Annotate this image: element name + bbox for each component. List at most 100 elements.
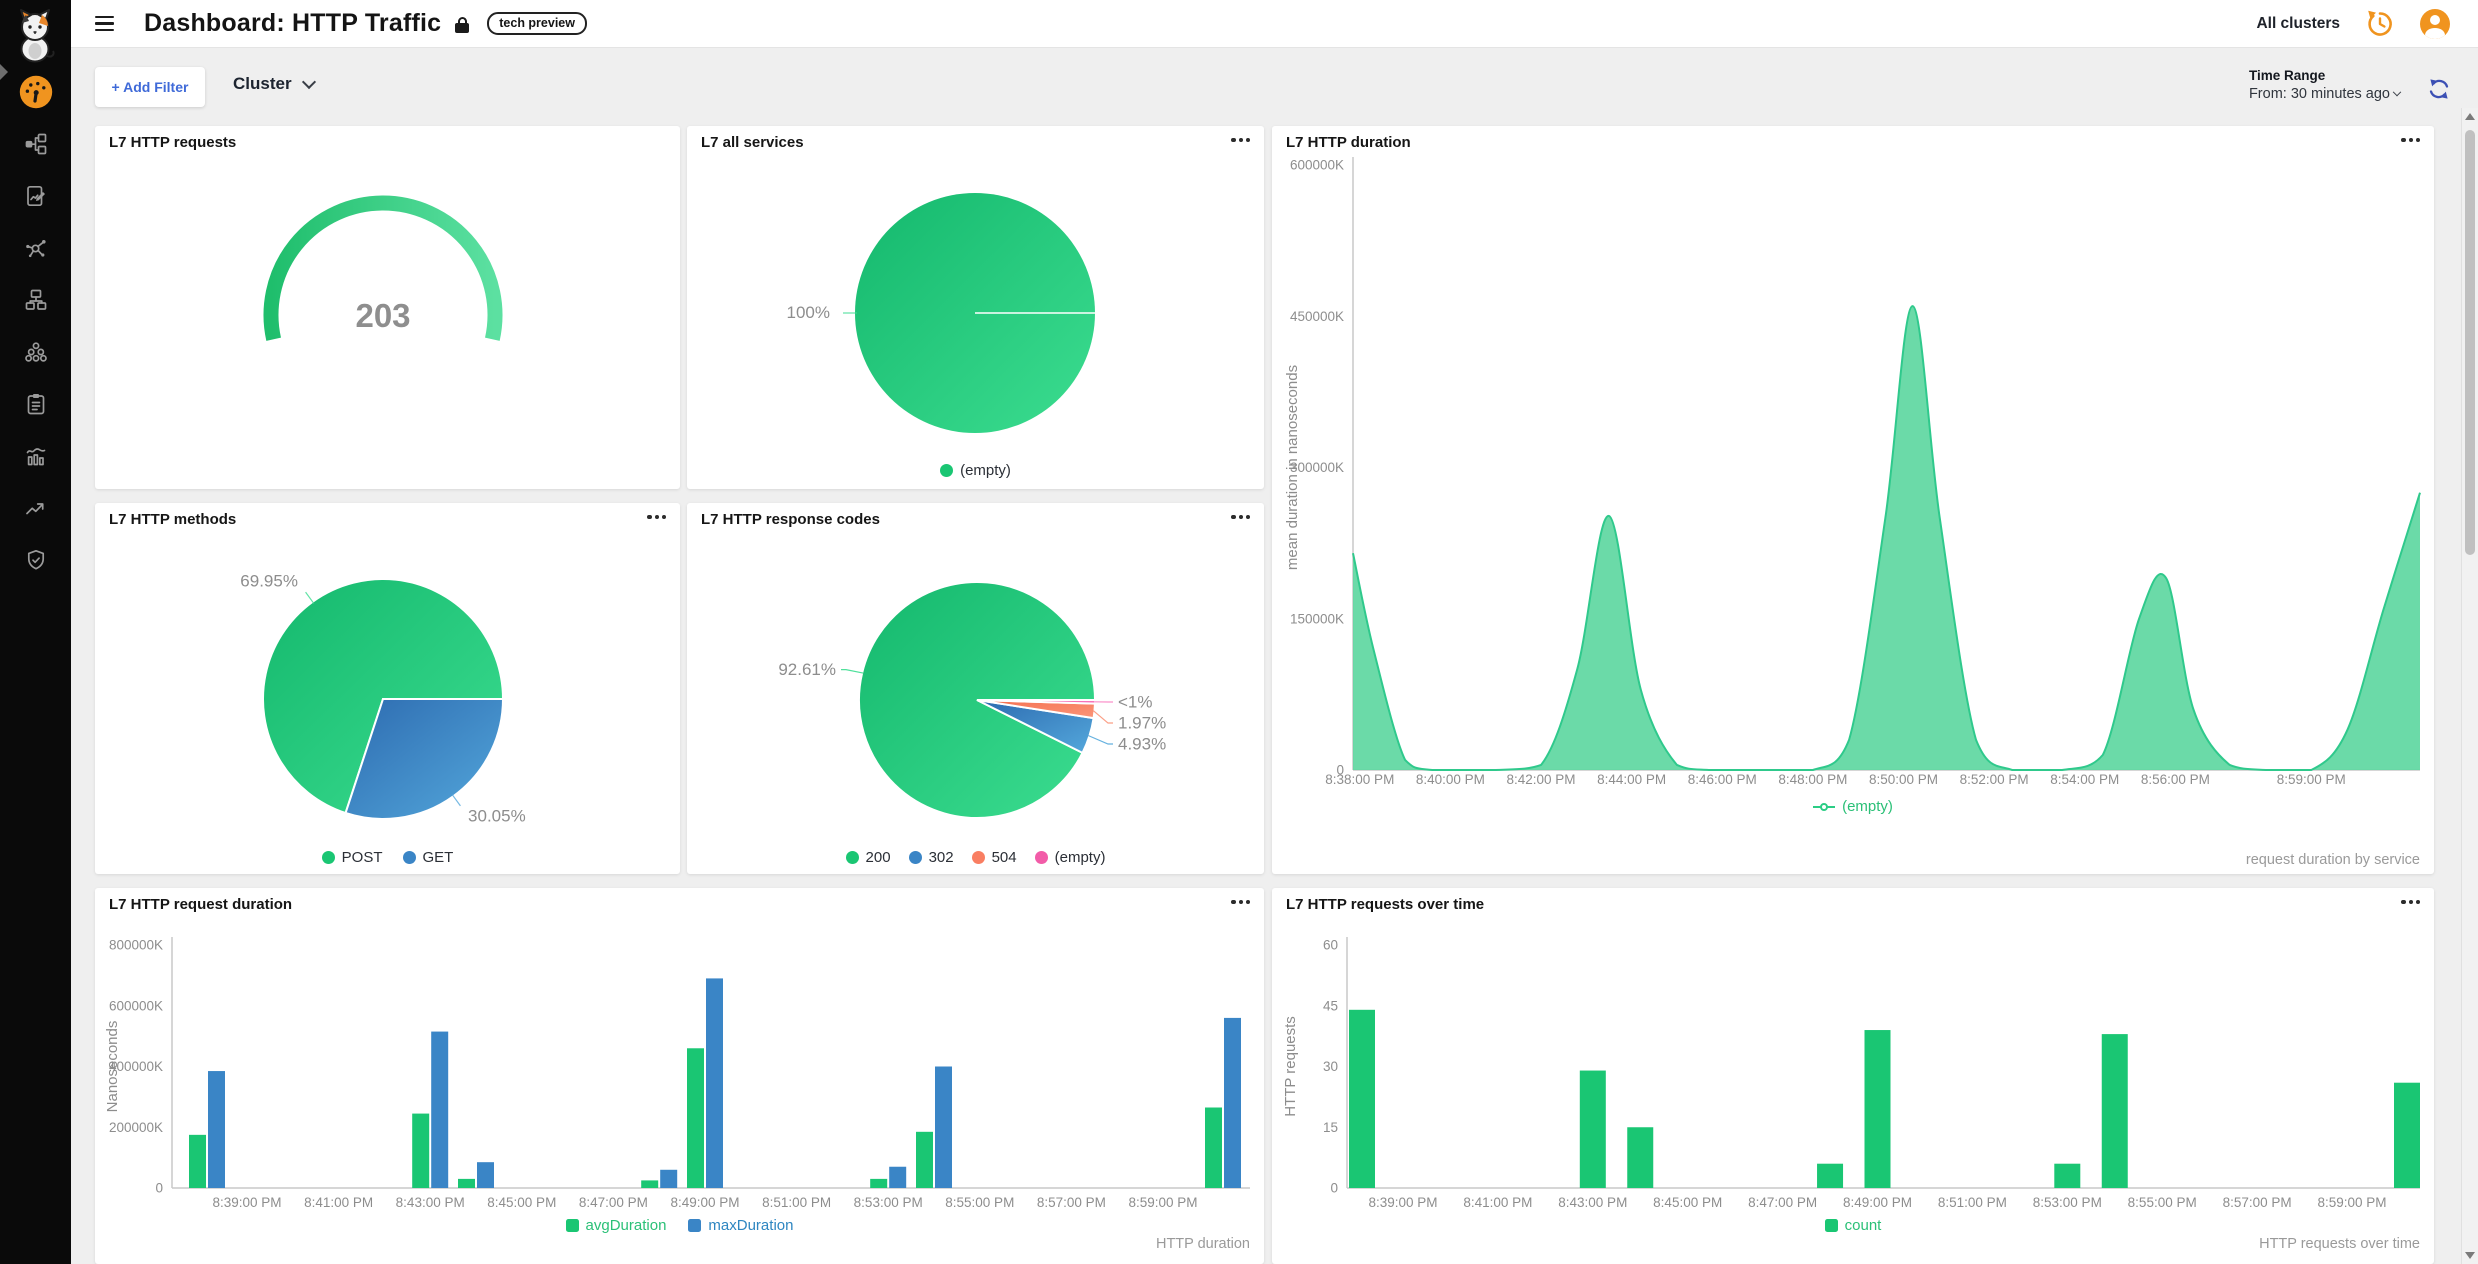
svg-text:8:51:00 PM: 8:51:00 PM [1938, 1195, 2007, 1210]
svg-text:8:59:00 PM: 8:59:00 PM [1128, 1195, 1197, 1210]
svg-text:8:57:00 PM: 8:57:00 PM [2223, 1195, 2292, 1210]
cluster-filter-dropdown[interactable]: Cluster [233, 74, 314, 94]
legend-swatch [1825, 1219, 1838, 1232]
svg-text:8:41:00 PM: 8:41:00 PM [304, 1195, 373, 1210]
panel-menu-icon[interactable] [1231, 515, 1250, 519]
legend-item[interactable]: GET [403, 849, 454, 866]
svg-text:8:47:00 PM: 8:47:00 PM [579, 1195, 648, 1210]
history-icon[interactable] [2364, 8, 2396, 40]
svg-text:8:55:00 PM: 8:55:00 PM [945, 1195, 1014, 1210]
sidebar-item-security[interactable] [18, 542, 54, 577]
panel-menu-icon[interactable] [1231, 900, 1250, 904]
pie-chart[interactable]: 92.61%4.93%1.97%<1% [687, 503, 1264, 874]
sidebar-item-audit[interactable] [18, 386, 54, 421]
svg-text:30.05%: 30.05% [468, 806, 526, 825]
legend-item[interactable]: (empty) [940, 462, 1011, 479]
time-range: Time Range From: 30 minutes ago [2249, 68, 2400, 102]
area-chart[interactable]: 0150000K300000K450000K600000K8:38:00 PM8… [1272, 126, 2434, 874]
add-filter-button[interactable]: + Add Filter [95, 67, 205, 107]
svg-text:8:42:00 PM: 8:42:00 PM [1507, 772, 1576, 787]
svg-text:mean duration in nanoseconds: mean duration in nanoseconds [1284, 365, 1301, 570]
panel-title: L7 HTTP methods [109, 511, 236, 528]
sidebar-item-service-map[interactable] [18, 126, 54, 161]
sidebar-item-reports[interactable] [18, 178, 54, 213]
svg-text:8:47:00 PM: 8:47:00 PM [1748, 1195, 1817, 1210]
svg-text:150000K: 150000K [1290, 611, 1344, 626]
svg-text:15: 15 [1323, 1120, 1338, 1135]
svg-text:8:41:00 PM: 8:41:00 PM [1463, 1195, 1532, 1210]
svg-text:60: 60 [1323, 938, 1338, 953]
scrollbar[interactable] [2461, 108, 2478, 1264]
pie-chart[interactable]: 100% [687, 126, 1264, 489]
svg-text:8:56:00 PM: 8:56:00 PM [2141, 772, 2210, 787]
app-logo[interactable] [12, 8, 58, 64]
sidebar-nav [0, 74, 71, 577]
svg-text:8:38:00 PM: 8:38:00 PM [1325, 772, 1394, 787]
sidebar-item-trends[interactable] [18, 490, 54, 525]
chart-footer: request duration by service [2246, 852, 2420, 868]
sidebar-item-metrics[interactable] [18, 438, 54, 473]
topbar: Dashboard: HTTP Traffic tech preview All… [71, 0, 2478, 48]
svg-text:0: 0 [155, 1181, 163, 1196]
panel-l7-http-duration: L7 HTTP duration 0150000K300000K450000K6… [1272, 126, 2434, 874]
panel-menu-icon[interactable] [647, 515, 666, 519]
legend-item[interactable]: (empty) [1035, 849, 1106, 866]
cluster-filter-label: Cluster [233, 74, 292, 94]
svg-text:30: 30 [1323, 1059, 1338, 1074]
app: Dashboard: HTTP Traffic tech preview All… [0, 0, 2478, 1264]
svg-text:8:43:00 PM: 8:43:00 PM [396, 1195, 465, 1210]
svg-text:8:57:00 PM: 8:57:00 PM [1037, 1195, 1106, 1210]
legend-item[interactable]: 504 [972, 849, 1017, 866]
svg-text:Nanoseconds: Nanoseconds [104, 1021, 121, 1113]
scrollbar-thumb[interactable] [2465, 130, 2475, 555]
legend-item[interactable]: avgDuration [566, 1217, 667, 1234]
pie-chart[interactable]: 69.95% 30.05% [95, 503, 680, 874]
panel-l7-http-methods: L7 HTTP methods 69.95% 30.05% POST GET [95, 503, 680, 874]
legend-item[interactable]: POST [322, 849, 383, 866]
legend-swatch [909, 851, 922, 864]
svg-text:8:59:00 PM: 8:59:00 PM [2317, 1195, 2386, 1210]
legend-swatch [846, 851, 859, 864]
legend-item[interactable]: 302 [909, 849, 954, 866]
bar-chart[interactable]: 0153045608:39:00 PM8:41:00 PM8:43:00 PM8… [1272, 888, 2434, 1264]
legend-item[interactable]: maxDuration [688, 1217, 793, 1234]
sidebar-item-dashboards[interactable] [18, 74, 54, 109]
svg-text:8:49:00 PM: 8:49:00 PM [670, 1195, 739, 1210]
network-tree-icon [24, 132, 48, 156]
legend-swatch [688, 1219, 701, 1232]
legend-swatch [403, 851, 416, 864]
sidebar-item-clusters[interactable] [18, 334, 54, 369]
svg-text:8:45:00 PM: 8:45:00 PM [487, 1195, 556, 1210]
svg-text:8:46:00 PM: 8:46:00 PM [1688, 772, 1757, 787]
svg-text:800000K: 800000K [109, 938, 163, 953]
molecule-icon [24, 236, 48, 260]
panel-title: L7 HTTP requests [109, 134, 236, 151]
panel-menu-icon[interactable] [2401, 138, 2420, 142]
panel-menu-icon[interactable] [2401, 900, 2420, 904]
refresh-icon[interactable] [2426, 76, 2452, 102]
svg-text:8:39:00 PM: 8:39:00 PM [212, 1195, 281, 1210]
panel-l7-http-response-codes: L7 HTTP response codes 92.61%4.93%1.97%<… [687, 503, 1264, 874]
cluster-scope-selector[interactable]: All clusters [2256, 15, 2340, 33]
scrollbar-up-arrow-icon[interactable] [2465, 113, 2475, 120]
panel-title: L7 HTTP request duration [109, 896, 292, 913]
svg-text:8:44:00 PM: 8:44:00 PM [1597, 772, 1666, 787]
legend-item[interactable]: 200 [846, 849, 891, 866]
svg-text:8:53:00 PM: 8:53:00 PM [2033, 1195, 2102, 1210]
time-range-value[interactable]: From: 30 minutes ago [2249, 86, 2400, 102]
sidebar [0, 0, 71, 1264]
svg-text:8:51:00 PM: 8:51:00 PM [762, 1195, 831, 1210]
sidebar-item-processes[interactable] [18, 230, 54, 265]
panel-menu-icon[interactable] [1231, 138, 1250, 142]
scrollbar-down-arrow-icon[interactable] [2465, 1252, 2475, 1259]
legend-item[interactable]: count [1825, 1217, 1882, 1234]
bar-chart[interactable]: 0200000K400000K600000K800000K8:39:00 PM8… [95, 888, 1264, 1264]
user-avatar[interactable] [2420, 9, 2450, 39]
sidebar-item-topology[interactable] [18, 282, 54, 317]
legend-item[interactable]: (empty) [1813, 798, 1893, 815]
svg-text:69.95%: 69.95% [240, 572, 298, 591]
hamburger-menu-icon[interactable] [95, 16, 114, 32]
svg-text:8:59:00 PM: 8:59:00 PM [2277, 772, 2346, 787]
svg-text:45: 45 [1323, 998, 1338, 1013]
svg-text:8:39:00 PM: 8:39:00 PM [1368, 1195, 1437, 1210]
